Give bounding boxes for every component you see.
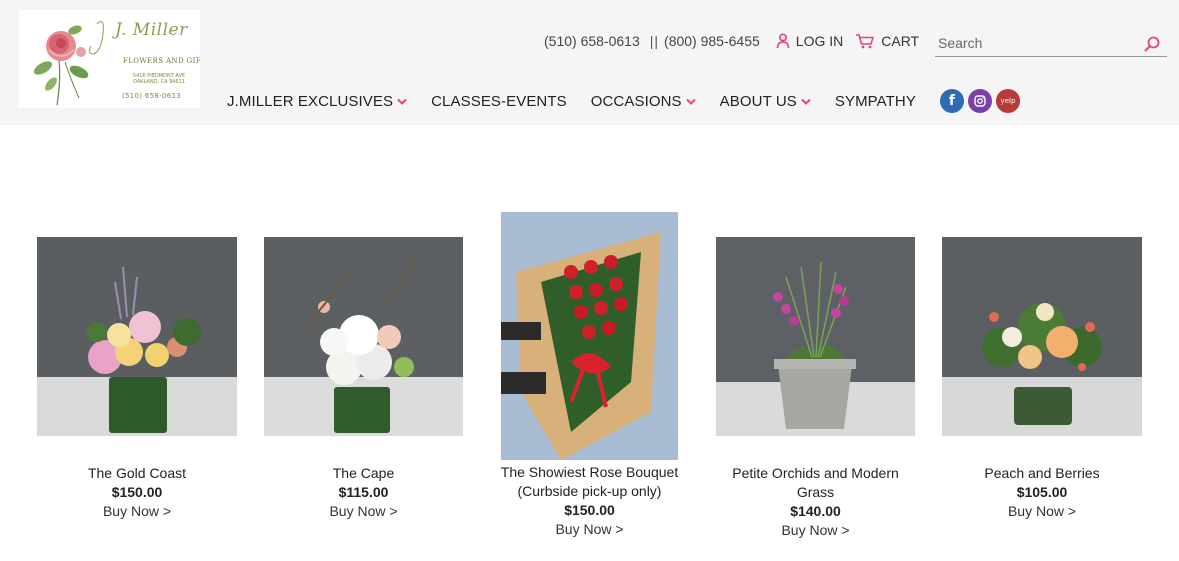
product-card[interactable]: The Showiest Rose Bouquet (Curbside pick… — [490, 212, 689, 539]
buy-now-link[interactable]: Buy Now > — [942, 502, 1142, 521]
product-price: $115.00 — [338, 484, 389, 500]
product-image-petite-orchids[interactable] — [716, 237, 915, 436]
product-price: $150.00 — [111, 484, 163, 500]
buy-now-link[interactable]: Buy Now > — [716, 521, 915, 540]
product-name[interactable]: Peach and Berries — [942, 464, 1142, 483]
product-card[interactable]: The Cape $115.00 Buy Now > — [264, 237, 463, 521]
product-image-gold-coast[interactable] — [37, 237, 237, 436]
product-price: $150.00 — [564, 502, 615, 518]
product-image-showiest-rose-bouquet[interactable] — [501, 212, 678, 460]
product-card[interactable]: Peach and Berries $105.00 Buy Now > — [942, 237, 1142, 521]
product-image-peach-and-berries[interactable] — [942, 237, 1142, 436]
buy-now-link[interactable]: Buy Now > — [490, 520, 689, 539]
buy-now-link[interactable]: Buy Now > — [264, 502, 463, 521]
product-grid: The Gold Coast $150.00 Buy Now > The Cap… — [0, 0, 1179, 561]
product-name[interactable]: The Gold Coast — [37, 464, 237, 483]
product-name[interactable]: The Showiest Rose Bouquet (Curbside pick… — [490, 463, 689, 501]
product-card[interactable]: The Gold Coast $150.00 Buy Now > — [37, 237, 237, 521]
product-card[interactable]: Petite Orchids and Modern Grass $140.00 … — [716, 237, 915, 540]
product-price: $140.00 — [790, 503, 841, 519]
product-image-the-cape[interactable] — [264, 237, 463, 436]
product-name[interactable]: The Cape — [264, 464, 463, 483]
product-price: $105.00 — [1016, 484, 1068, 500]
buy-now-link[interactable]: Buy Now > — [37, 502, 237, 521]
product-name[interactable]: Petite Orchids and Modern Grass — [716, 464, 915, 502]
